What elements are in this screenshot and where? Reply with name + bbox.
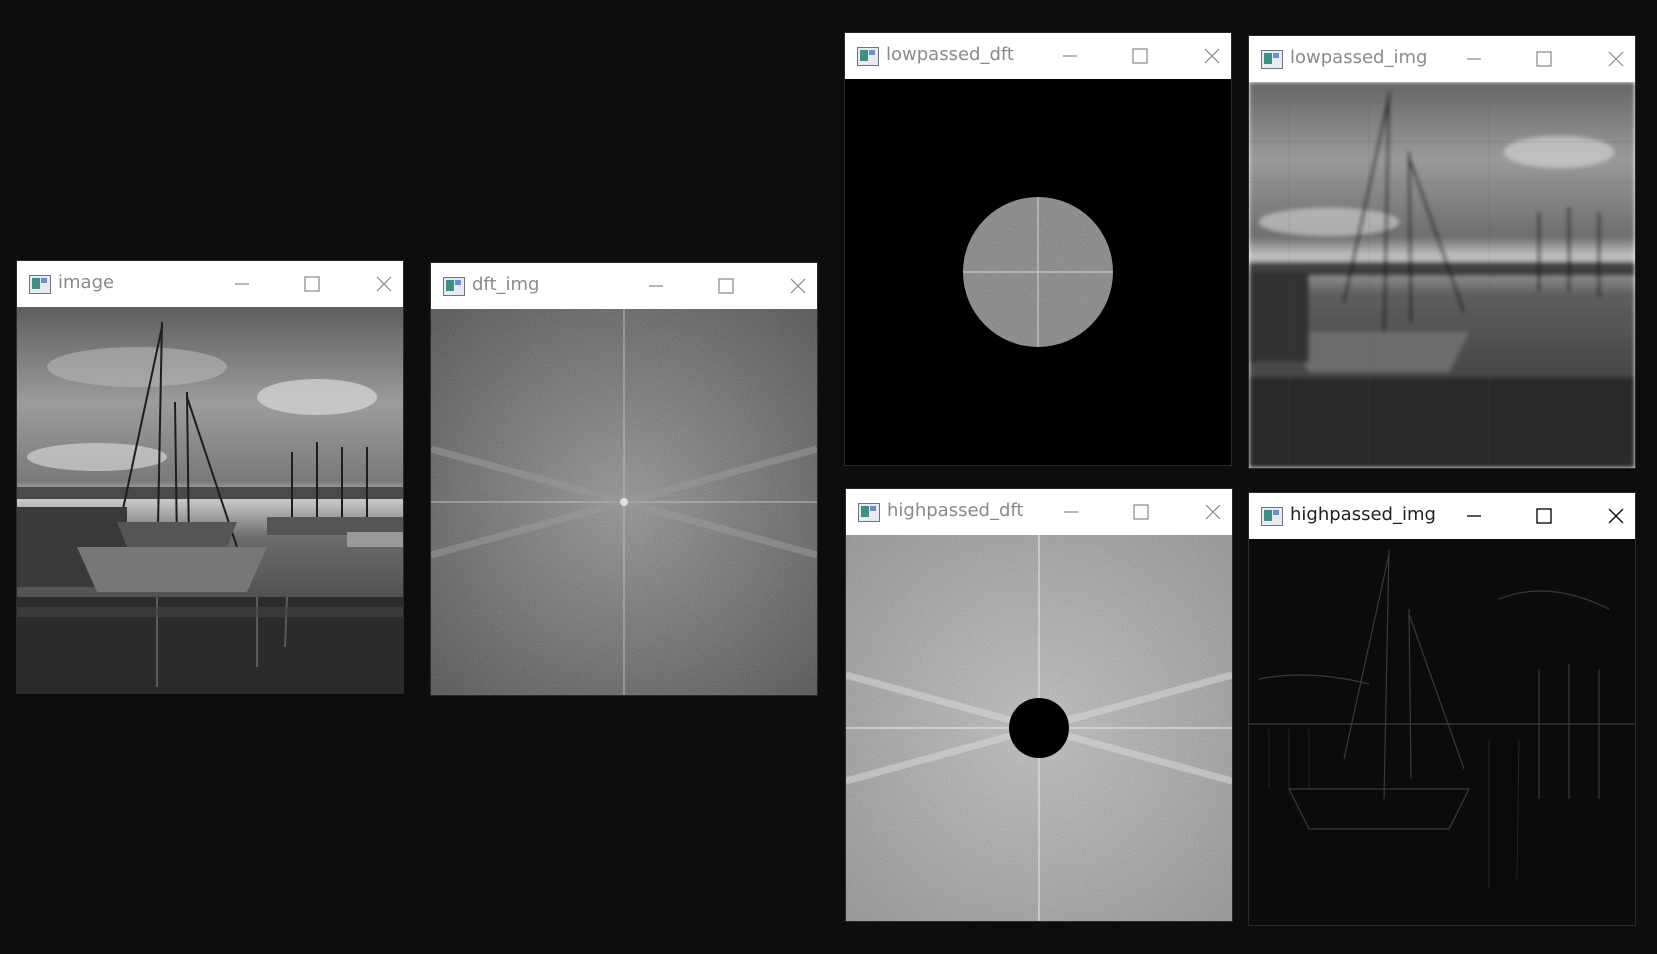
window-title: highpassed_dft xyxy=(887,500,1024,521)
maximize-button[interactable] xyxy=(1110,33,1170,79)
close-button[interactable] xyxy=(1182,33,1242,79)
close-button[interactable] xyxy=(768,263,828,309)
app-icon xyxy=(443,277,465,296)
maximize-icon xyxy=(304,276,320,292)
close-button[interactable] xyxy=(1586,36,1646,82)
window-title: dft_img xyxy=(472,274,540,295)
titlebar[interactable]: dft_img xyxy=(431,263,817,309)
close-icon xyxy=(790,278,806,294)
lowpass-mask-canvas xyxy=(845,79,1231,465)
maximize-icon xyxy=(718,278,734,294)
close-icon xyxy=(1608,508,1624,524)
close-button[interactable] xyxy=(354,261,414,307)
image-canvas xyxy=(17,307,403,693)
maximize-button[interactable] xyxy=(282,261,342,307)
maximize-button[interactable] xyxy=(1514,36,1574,82)
minimize-icon xyxy=(1064,511,1078,513)
lowpassed-image-canvas xyxy=(1249,82,1635,468)
minimize-icon xyxy=(235,283,249,285)
maximize-icon xyxy=(1132,48,1148,64)
minimize-button[interactable] xyxy=(1041,489,1101,535)
close-button[interactable] xyxy=(1586,493,1646,539)
titlebar[interactable]: highpassed_img xyxy=(1249,493,1635,539)
minimize-button[interactable] xyxy=(212,261,272,307)
window-lowpassed-dft[interactable]: lowpassed_dft xyxy=(845,33,1231,465)
app-icon xyxy=(1261,507,1283,526)
spectrum-canvas xyxy=(431,309,817,695)
window-highpassed-img[interactable]: highpassed_img xyxy=(1249,493,1635,925)
minimize-button[interactable] xyxy=(1444,36,1504,82)
app-icon xyxy=(29,275,51,294)
window-image[interactable]: image xyxy=(17,261,403,693)
app-icon xyxy=(1261,50,1283,69)
window-title: lowpassed_dft xyxy=(886,44,1014,65)
minimize-button[interactable] xyxy=(1040,33,1100,79)
app-icon xyxy=(858,503,880,522)
app-icon xyxy=(857,47,879,66)
minimize-icon xyxy=(649,285,663,287)
maximize-button[interactable] xyxy=(1514,493,1574,539)
titlebar[interactable]: highpassed_dft xyxy=(846,489,1232,535)
window-dft-img[interactable]: dft_img xyxy=(431,263,817,695)
close-button[interactable] xyxy=(1183,489,1243,535)
highpass-mask-canvas xyxy=(846,535,1232,921)
window-highpassed-dft[interactable]: highpassed_dft xyxy=(846,489,1232,921)
window-title: highpassed_img xyxy=(1290,504,1436,525)
maximize-icon xyxy=(1133,504,1149,520)
minimize-icon xyxy=(1063,55,1077,57)
maximize-button[interactable] xyxy=(696,263,756,309)
close-icon xyxy=(1205,504,1221,520)
window-title: lowpassed_img xyxy=(1290,47,1428,68)
highpassed-image-canvas xyxy=(1249,539,1635,925)
titlebar[interactable]: lowpassed_img xyxy=(1249,36,1635,82)
minimize-button[interactable] xyxy=(1444,493,1504,539)
maximize-icon xyxy=(1536,508,1552,524)
minimize-icon xyxy=(1467,58,1481,60)
maximize-button[interactable] xyxy=(1111,489,1171,535)
close-icon xyxy=(1204,48,1220,64)
window-lowpassed-img[interactable]: lowpassed_img xyxy=(1249,36,1635,468)
window-title: image xyxy=(58,272,115,293)
close-icon xyxy=(376,276,392,292)
close-icon xyxy=(1608,51,1624,67)
titlebar[interactable]: image xyxy=(17,261,403,307)
titlebar[interactable]: lowpassed_dft xyxy=(845,33,1231,79)
maximize-icon xyxy=(1536,51,1552,67)
minimize-button[interactable] xyxy=(626,263,686,309)
minimize-icon xyxy=(1467,515,1481,517)
